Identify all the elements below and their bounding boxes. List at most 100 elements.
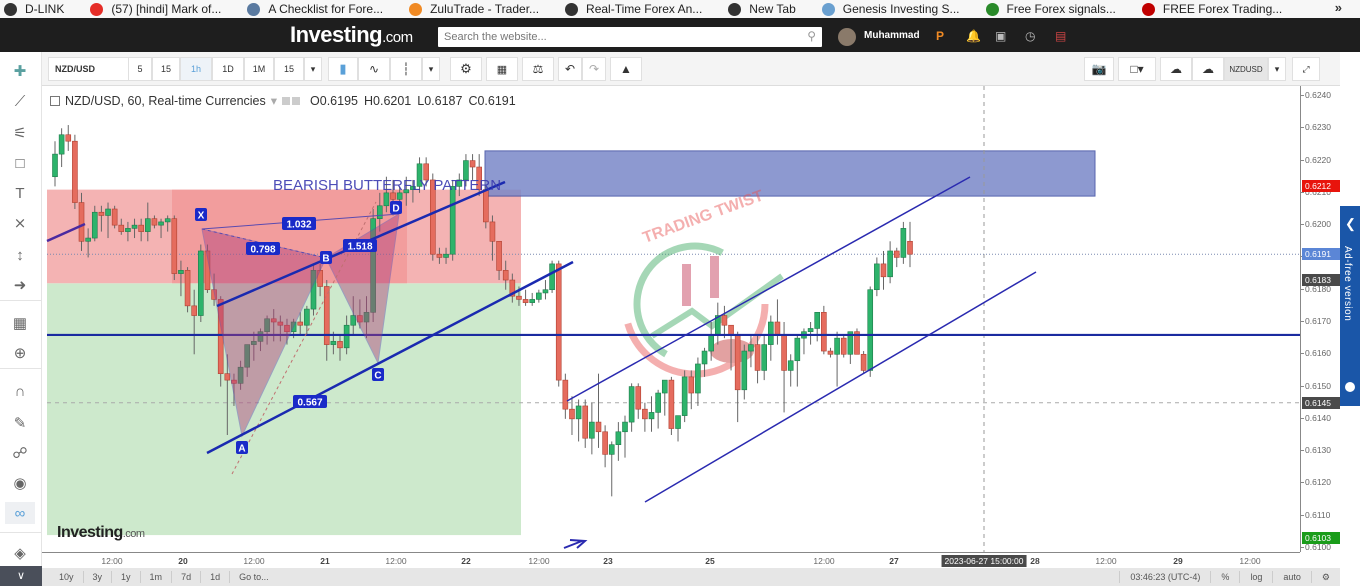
bookmark-label: Free Forex signals... bbox=[1006, 2, 1116, 16]
legend-visibility-icon[interactable] bbox=[282, 96, 291, 105]
redo-icon[interactable]: ↷ bbox=[582, 57, 606, 81]
bell-icon[interactable]: 🔔 bbox=[966, 29, 981, 43]
candles-icon[interactable]: ▮ bbox=[328, 57, 358, 81]
clock-icon[interactable]: ◷ bbox=[1025, 29, 1035, 43]
candle-body bbox=[489, 221, 496, 242]
search-icon[interactable]: ⚲ bbox=[807, 29, 816, 43]
compare-icon[interactable]: ⚖ bbox=[522, 57, 554, 81]
layers-icon[interactable]: ◈ bbox=[9, 542, 31, 564]
candle-body bbox=[734, 334, 741, 391]
candle-body bbox=[668, 379, 675, 429]
chart-type-dropdown[interactable]: ▾ bbox=[422, 57, 440, 81]
interval-1h[interactable]: 1h bbox=[180, 57, 212, 81]
measure-icon[interactable]: ↕ bbox=[9, 244, 31, 266]
time-axis[interactable]: 12:00 20 12:00 21 12:00 22 12:00 23 25 12:00 27 28 1… bbox=[42, 552, 1300, 568]
range-1m[interactable]: 1m bbox=[141, 571, 173, 583]
candle-body bbox=[198, 250, 204, 316]
pitchfork-icon[interactable]: ⚟ bbox=[9, 122, 31, 144]
clock-display[interactable]: 03:46:23 (UTC-4) bbox=[1119, 571, 1210, 583]
zoom-in-icon[interactable]: ⊕ bbox=[9, 342, 31, 364]
bars-icon[interactable]: ┆ bbox=[390, 57, 422, 81]
layout-icon[interactable]: □▾ bbox=[1118, 57, 1156, 81]
line-chart-icon[interactable]: ∿ bbox=[358, 57, 390, 81]
collapse-toolbar-button[interactable]: ∨ bbox=[0, 566, 42, 586]
interval-custom[interactable]: 15 bbox=[274, 57, 304, 81]
bookmark-item[interactable]: D-LINK bbox=[0, 0, 64, 18]
unlock-icon[interactable]: ☍ bbox=[9, 442, 31, 464]
magnet-icon[interactable]: ∩ bbox=[9, 380, 31, 402]
alert-icon[interactable]: ▲ bbox=[610, 57, 642, 81]
range-7d[interactable]: 7d bbox=[172, 571, 202, 583]
interval-1m[interactable]: 1M bbox=[244, 57, 274, 81]
auto-toggle[interactable]: auto bbox=[1272, 571, 1311, 583]
candle-body bbox=[661, 379, 668, 394]
user-name[interactable]: Muhammad bbox=[864, 30, 920, 41]
interval-dropdown[interactable]: ▾ bbox=[304, 57, 322, 81]
range-1d[interactable]: 1d bbox=[201, 571, 231, 583]
rectangle-icon[interactable]: □ bbox=[9, 152, 31, 174]
pattern-icon[interactable]: ⨯ bbox=[9, 212, 31, 234]
bookmark-item[interactable]: Free Forex signals... bbox=[982, 0, 1116, 18]
chart-canvas[interactable]: TRADING TWISTBEARISH BUTTERFLY PATTERNXA… bbox=[42, 86, 1300, 552]
interval-1d[interactable]: 1D bbox=[212, 57, 244, 81]
symbol-input[interactable]: NZD/USD bbox=[48, 57, 130, 81]
us-flag-icon[interactable]: ▤ bbox=[1055, 29, 1066, 43]
pro-icon[interactable]: P bbox=[936, 29, 944, 43]
gear-icon[interactable]: ⚙ bbox=[1310, 571, 1340, 583]
bookmark-item[interactable]: FREE Forex Trading... bbox=[1138, 0, 1282, 18]
bell-icon bbox=[985, 2, 999, 16]
back-arrow-icon[interactable]: ➜ bbox=[9, 274, 31, 296]
goto-button[interactable]: Go to... bbox=[230, 571, 278, 583]
candle-body bbox=[542, 289, 549, 294]
bookmark-item[interactable]: Real-Time Forex An... bbox=[561, 0, 702, 18]
indicators-icon[interactable]: ▦ bbox=[9, 312, 31, 334]
link-icon[interactable]: ∞ bbox=[5, 502, 35, 524]
camera-icon[interactable]: 📷 bbox=[1084, 57, 1114, 81]
candle-body bbox=[781, 334, 787, 371]
point-d-label: D bbox=[392, 204, 399, 215]
cloud-upload-icon[interactable]: ☁ bbox=[1192, 57, 1224, 81]
eye-icon[interactable]: ◉ bbox=[9, 472, 31, 494]
legend-dropdown-icon[interactable]: ▾ bbox=[271, 93, 277, 108]
fullscreen-icon[interactable]: ⤢ bbox=[1292, 57, 1320, 81]
interval-15[interactable]: 15 bbox=[152, 57, 180, 81]
lock-drawing-icon[interactable]: ✎ bbox=[9, 412, 31, 434]
undo-icon[interactable]: ↶ bbox=[558, 57, 582, 81]
bookmark-item[interactable]: (57) [hindi] Mark of... bbox=[86, 0, 221, 18]
symbol-compare[interactable]: NZDUSD bbox=[1224, 57, 1268, 81]
percent-toggle[interactable]: % bbox=[1210, 571, 1239, 583]
interval-5[interactable]: 5 bbox=[128, 57, 152, 81]
bookmark-item[interactable]: Genesis Investing S... bbox=[818, 0, 960, 18]
range-3y[interactable]: 3y bbox=[84, 571, 113, 583]
bookmark-item[interactable]: A Checklist for Fore... bbox=[243, 0, 383, 18]
price-axis[interactable]: 0.62400.62300.62200.62100.62000.61900.61… bbox=[1300, 86, 1340, 552]
text-icon[interactable]: T bbox=[9, 182, 31, 204]
legend-settings-icon[interactable] bbox=[292, 96, 301, 105]
candle-body bbox=[171, 218, 178, 274]
investing-logo[interactable]: Investing.com bbox=[290, 22, 413, 48]
collapse-legend-icon[interactable] bbox=[50, 95, 60, 106]
avatar[interactable] bbox=[838, 28, 856, 46]
log-toggle[interactable]: log bbox=[1239, 571, 1272, 583]
chevron-left-icon[interactable]: ❮ bbox=[1345, 216, 1356, 232]
bookmark-item[interactable]: New Tab bbox=[724, 0, 796, 18]
bookmarks-more-button[interactable]: » bbox=[1335, 0, 1342, 15]
cloud-download-icon[interactable]: ☁ bbox=[1160, 57, 1192, 81]
portfolio-icon[interactable]: ▣ bbox=[995, 29, 1006, 43]
bookmark-item[interactable]: ZuluTrade - Trader... bbox=[405, 0, 539, 18]
ad-free-tab[interactable]: ❮ Ad-free version bbox=[1340, 206, 1360, 406]
trend-line-icon[interactable]: ⟋ bbox=[9, 90, 31, 112]
channel-lower bbox=[644, 271, 1037, 503]
symbol-compare-dropdown[interactable]: ▾ bbox=[1268, 57, 1286, 81]
candle-body bbox=[622, 421, 628, 433]
x-tick-label: 12:00 bbox=[243, 556, 265, 566]
search-input[interactable]: Search the website... ⚲ bbox=[438, 27, 822, 47]
crosshair-icon[interactable]: ✚ bbox=[9, 60, 31, 82]
legend-close: C0.6191 bbox=[468, 93, 516, 108]
settings-icon[interactable]: ⚙ bbox=[450, 57, 482, 81]
bookmark-red-icon bbox=[1141, 2, 1155, 16]
indicators-icon[interactable]: ▦ bbox=[486, 57, 518, 81]
range-10y[interactable]: 10y bbox=[50, 571, 84, 583]
toolbar-divider bbox=[0, 532, 42, 533]
range-1y[interactable]: 1y bbox=[112, 571, 141, 583]
